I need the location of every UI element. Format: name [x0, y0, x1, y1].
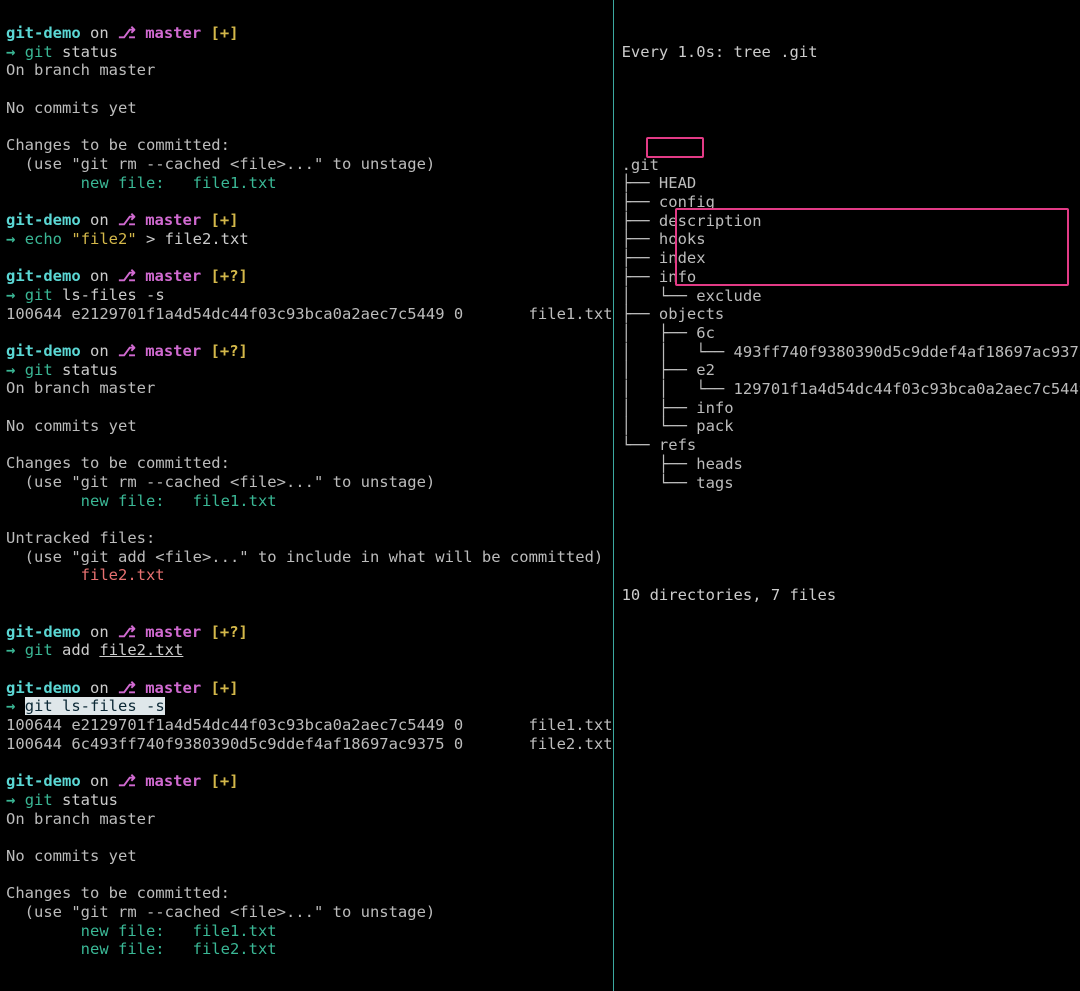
output-line: No commits yet — [6, 847, 613, 866]
output-line: 100644 e2129701f1a4d54dc44f03c93bca0a2ae… — [6, 305, 613, 324]
prompt-line: git-demo on ⎇ master [+] — [6, 24, 613, 43]
command-line: → git status — [6, 43, 613, 62]
output-line: On branch master — [6, 810, 613, 829]
staged-file-line: new file: file1.txt — [6, 174, 613, 193]
output-line: No commits yet — [6, 417, 613, 436]
tree-line: │ ├── e2 — [622, 361, 1080, 380]
output-line: On branch master — [6, 379, 613, 398]
branch-icon: ⎇ — [118, 679, 136, 697]
output-line: No commits yet — [6, 99, 613, 118]
branch-icon: ⎇ — [118, 623, 136, 641]
prompt-line: git-demo on ⎇ master [+] — [6, 679, 613, 698]
tree-line: │ │ └── 493ff740f9380390d5c9ddef4af18697… — [622, 343, 1080, 362]
command-line: → git add file2.txt — [6, 641, 613, 660]
staged-file-line: new file: file2.txt — [6, 940, 613, 959]
terminal-left-pane[interactable]: git-demo on ⎇ master [+]→ git statusOn b… — [0, 0, 613, 991]
command-line: → git status — [6, 361, 613, 380]
branch-icon: ⎇ — [118, 342, 136, 360]
branch-icon: ⎇ — [118, 24, 136, 42]
prompt-line: git-demo on ⎇ master [+?] — [6, 623, 613, 642]
tree-line: ├── config — [622, 193, 1080, 212]
output-line: 100644 e2129701f1a4d54dc44f03c93bca0a2ae… — [6, 716, 613, 735]
tree-line: │ ├── info — [622, 399, 1080, 418]
tree-line: │ │ └── 129701f1a4d54dc44f03c93bca0a2aec… — [622, 380, 1080, 399]
staged-file-line: new file: file1.txt — [6, 492, 613, 511]
output-line: (use "git rm --cached <file>..." to unst… — [6, 155, 613, 174]
tree-line: └── tags — [622, 474, 1080, 493]
prompt-line: git-demo on ⎇ master [+] — [6, 772, 613, 791]
tree-line: ├── HEAD — [622, 174, 1080, 193]
tree-line: ├── info — [622, 268, 1080, 287]
tree-line: ├── description — [622, 212, 1080, 231]
command-line: → git ls-files -s — [6, 286, 613, 305]
tree-line: ├── objects — [622, 305, 1080, 324]
untracked-file-line: file2.txt — [6, 566, 613, 585]
command-line-highlighted: → git ls-files -s — [6, 697, 613, 716]
watch-header: Every 1.0s: tree .git — [622, 43, 1080, 62]
tree-line: ├── index — [622, 249, 1080, 268]
prompt-line: git-demo on ⎇ master [+?] — [6, 342, 613, 361]
staged-file-line: new file: file1.txt — [6, 922, 613, 941]
command-line: → git status — [6, 791, 613, 810]
output-line: Changes to be committed: — [6, 136, 613, 155]
output-line: On branch master — [6, 61, 613, 80]
output-line: (use "git rm --cached <file>..." to unst… — [6, 903, 613, 922]
terminal-right-pane[interactable]: Every 1.0s: tree .git .git├── HEAD├── co… — [614, 0, 1080, 991]
output-line: Changes to be committed: — [6, 454, 613, 473]
tree-line: ├── hooks — [622, 230, 1080, 249]
output-line: Changes to be committed: — [6, 884, 613, 903]
tree-line: │ ├── 6c — [622, 324, 1080, 343]
tree-line: └── refs — [622, 436, 1080, 455]
branch-icon: ⎇ — [118, 211, 136, 229]
tree-line: .git — [622, 156, 1080, 175]
prompt-line: git-demo on ⎇ master [+?] — [6, 267, 613, 286]
tree-line: │ └── pack — [622, 417, 1080, 436]
prompt-line: git-demo on ⎇ master [+] — [6, 211, 613, 230]
tree-summary: 10 directories, 7 files — [622, 586, 1080, 605]
command-line: → echo "file2" > file2.txt — [6, 230, 613, 249]
tree-line: │ └── exclude — [622, 287, 1080, 306]
output-line: Untracked files: — [6, 529, 613, 548]
branch-icon: ⎇ — [118, 772, 136, 790]
branch-icon: ⎇ — [118, 267, 136, 285]
output-line: (use "git rm --cached <file>..." to unst… — [6, 473, 613, 492]
tree-line: ├── heads — [622, 455, 1080, 474]
output-line: 100644 6c493ff740f9380390d5c9ddef4af1869… — [6, 735, 613, 754]
output-line: (use "git add <file>..." to include in w… — [6, 548, 613, 567]
tree-output: .git├── HEAD├── config├── description├──… — [622, 156, 1080, 493]
